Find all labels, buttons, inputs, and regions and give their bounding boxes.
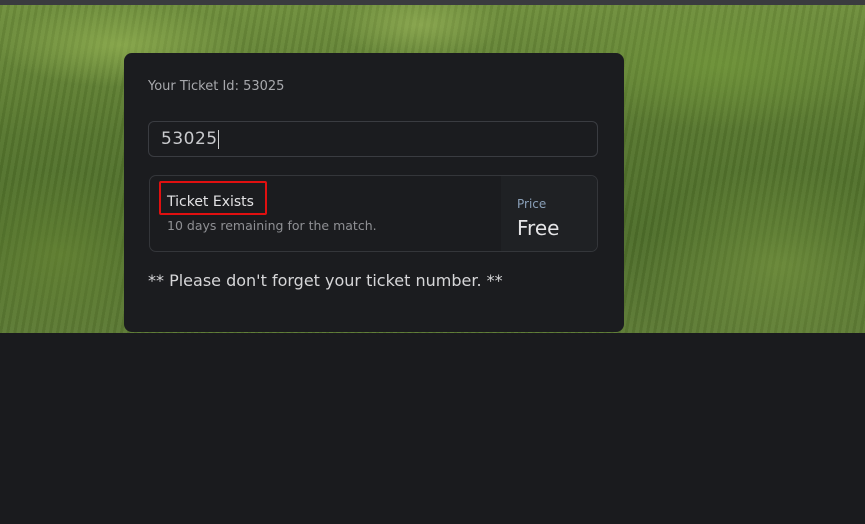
ticket-status-details: Ticket Exists 10 days remaining for the … (150, 176, 501, 251)
ticket-id-label: Your Ticket Id: 53025 (148, 79, 285, 94)
ticket-id-input[interactable]: 53025 (148, 121, 598, 157)
price-value: Free (517, 216, 560, 240)
ticket-id-input-value: 53025 (161, 129, 218, 149)
ticket-status-subtitle: 10 days remaining for the match. (167, 218, 377, 233)
ticket-status-box: Ticket Exists 10 days remaining for the … (149, 175, 598, 252)
ticket-status-title: Ticket Exists (167, 194, 254, 210)
ticket-card: Your Ticket Id: 53025 53025 Ticket Exist… (124, 53, 624, 332)
price-label: Price (517, 197, 547, 211)
text-caret (217, 129, 219, 149)
page-footer-area (0, 333, 865, 524)
ticket-reminder-text: ** Please don't forget your ticket numbe… (148, 271, 503, 290)
price-panel: Price Free (501, 176, 597, 251)
